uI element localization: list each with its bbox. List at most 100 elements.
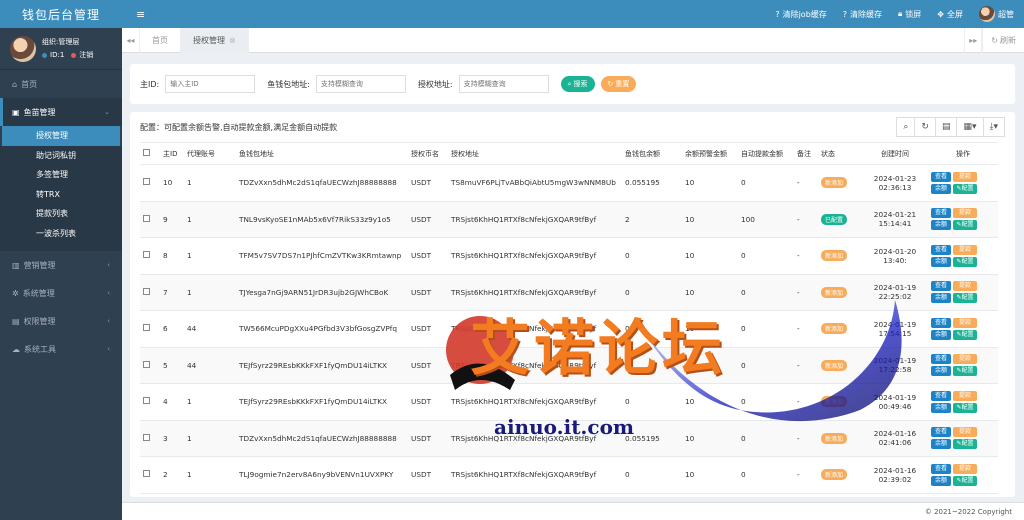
sidebar-sub-kill[interactable]: 一波杀列表 bbox=[0, 223, 122, 243]
export-button[interactable]: ⤓▾ bbox=[982, 117, 1005, 137]
columns-button[interactable]: ▦▾ bbox=[956, 117, 984, 137]
view-button[interactable]: 查看 bbox=[931, 463, 951, 474]
tab-auth[interactable]: 授权管理 ⊗ bbox=[181, 27, 249, 53]
tab-scroll-left-icon[interactable]: ◂◂ bbox=[122, 27, 140, 53]
search-button[interactable]: ⌕ 搜索 bbox=[560, 76, 595, 92]
cell-fish-address: TFM5v7SV7DS7n1PJhfCmZVTKw3KRmtawnp bbox=[236, 237, 408, 275]
logout-link[interactable]: 注销 bbox=[79, 50, 93, 60]
withdraw-button[interactable]: 提款 bbox=[953, 281, 977, 292]
balance-button[interactable]: 余额 bbox=[931, 402, 951, 413]
withdraw-button[interactable]: 提款 bbox=[953, 317, 977, 328]
sidebar-item-home[interactable]: ⌂ 首页 bbox=[0, 70, 122, 98]
row-checkbox[interactable] bbox=[140, 274, 160, 311]
col-coin[interactable]: 授权币名 bbox=[408, 142, 448, 165]
balance-button[interactable]: 余额 bbox=[931, 183, 951, 194]
balance-button[interactable]: 余额 bbox=[931, 256, 951, 267]
col-agent[interactable]: 代理账号 bbox=[184, 142, 236, 165]
row-checkbox[interactable] bbox=[140, 347, 160, 384]
col-id[interactable]: 主ID bbox=[160, 142, 184, 165]
clear-cache-button[interactable]: ? 清除缓存 bbox=[843, 9, 882, 20]
row-checkbox[interactable] bbox=[140, 201, 160, 238]
toggle-view-button[interactable]: ▤ bbox=[934, 117, 958, 137]
lock-screen-button[interactable]: 🔒︎ 锁屏 bbox=[898, 9, 921, 20]
logout-icon[interactable] bbox=[71, 52, 77, 58]
view-button[interactable]: 查看 bbox=[931, 208, 951, 219]
search-toggle-button[interactable]: ⌕ bbox=[896, 117, 916, 137]
sidebar-sub-auth[interactable]: 授权管理 bbox=[2, 126, 120, 146]
view-button[interactable]: 查看 bbox=[931, 427, 951, 438]
admin-label: 超管 bbox=[998, 9, 1014, 19]
fullscreen-button[interactable]: ✥ 全屏 bbox=[937, 9, 963, 20]
refresh-icon: ↻ bbox=[991, 35, 998, 45]
cell-id: 5 bbox=[160, 347, 184, 384]
config-button[interactable]: ✎配置 bbox=[953, 475, 977, 486]
sidebar-sub-trx[interactable]: 转TRX bbox=[0, 184, 122, 204]
withdraw-button[interactable]: 提款 bbox=[953, 171, 977, 182]
config-button[interactable]: ✎配置 bbox=[953, 293, 977, 304]
view-button[interactable]: 查看 bbox=[931, 317, 951, 328]
withdraw-button[interactable]: 提款 bbox=[953, 354, 977, 365]
select-all-checkbox[interactable] bbox=[140, 142, 160, 165]
col-auto[interactable]: 自动提款金额 bbox=[738, 142, 794, 165]
row-checkbox[interactable] bbox=[140, 383, 160, 421]
withdraw-button[interactable]: 提款 bbox=[953, 463, 977, 474]
cell-agent: 1 bbox=[184, 237, 236, 275]
sidebar-item-permission[interactable]: ▤ 权限管理 ‹ bbox=[0, 307, 122, 335]
withdraw-button[interactable]: 提款 bbox=[953, 244, 977, 255]
sidebar-sub-multisig[interactable]: 多签管理 bbox=[0, 165, 122, 185]
id-input[interactable] bbox=[165, 75, 256, 93]
admin-menu[interactable]: 超管 bbox=[979, 6, 1014, 22]
balance-button[interactable]: 余额 bbox=[931, 293, 951, 304]
balance-button[interactable]: 余额 bbox=[931, 329, 951, 340]
sidebar-item-marketing[interactable]: ▥ 营销管理 ‹ bbox=[0, 251, 122, 279]
config-button[interactable]: ✎配置 bbox=[953, 256, 977, 267]
menu-toggle-icon[interactable]: ≡ bbox=[136, 8, 145, 21]
config-button[interactable]: ✎配置 bbox=[953, 220, 977, 231]
col-created[interactable]: 创建时间 bbox=[862, 142, 928, 165]
config-button[interactable]: ✎配置 bbox=[953, 183, 977, 194]
withdraw-button[interactable]: 提款 bbox=[953, 208, 977, 219]
sidebar-item-system[interactable]: ✲ 系统管理 ‹ bbox=[0, 279, 122, 307]
balance-button[interactable]: 余额 bbox=[931, 366, 951, 377]
view-button[interactable]: 查看 bbox=[931, 244, 951, 255]
col-fish-address[interactable]: 鱼钱包地址 bbox=[236, 142, 408, 165]
refresh-table-button[interactable]: ↻ bbox=[914, 117, 936, 137]
col-auth-address[interactable]: 授权地址 bbox=[448, 142, 622, 165]
cell-auto: 0 bbox=[738, 310, 794, 348]
col-remark[interactable]: 备注 bbox=[794, 142, 818, 165]
row-checkbox[interactable] bbox=[140, 237, 160, 275]
col-status[interactable]: 状态 bbox=[818, 142, 862, 165]
withdraw-button[interactable]: 提款 bbox=[953, 390, 977, 401]
sidebar-item-fish[interactable]: ▣ 鱼苗管理 ⌄ bbox=[0, 98, 122, 126]
row-checkbox[interactable] bbox=[140, 420, 160, 457]
tab-scroll-right-icon[interactable]: ▸▸ bbox=[964, 27, 983, 53]
auth-address-input[interactable] bbox=[458, 75, 549, 93]
config-button[interactable]: ✎配置 bbox=[953, 366, 977, 377]
clear-job-cache-button[interactable]: ? 清除job缓存 bbox=[775, 9, 826, 20]
view-button[interactable]: 查看 bbox=[931, 281, 951, 292]
row-checkbox[interactable] bbox=[140, 164, 160, 202]
withdraw-button[interactable]: 提款 bbox=[953, 427, 977, 438]
view-button[interactable]: 查看 bbox=[931, 354, 951, 365]
sidebar-item-tools[interactable]: ☁ 系统工具 ‹ bbox=[0, 335, 122, 363]
row-checkbox[interactable] bbox=[140, 310, 160, 348]
fish-address-input[interactable] bbox=[315, 75, 406, 93]
config-button[interactable]: ✎配置 bbox=[953, 439, 977, 450]
close-icon[interactable]: ⊗ bbox=[229, 36, 236, 45]
config-button[interactable]: ✎配置 bbox=[953, 329, 977, 340]
cell-agent: 1 bbox=[184, 201, 236, 238]
refresh-tab-button[interactable]: ↻ 刷新 bbox=[982, 27, 1024, 53]
sidebar-sub-withdraw[interactable]: 提款列表 bbox=[0, 204, 122, 224]
reset-button[interactable]: ↻ 重置 bbox=[600, 76, 637, 92]
col-warn[interactable]: 余额预警金额 bbox=[682, 142, 738, 165]
view-button[interactable]: 查看 bbox=[931, 390, 951, 401]
balance-button[interactable]: 余额 bbox=[931, 220, 951, 231]
sidebar-sub-mnemonic[interactable]: 助记词私钥 bbox=[0, 145, 122, 165]
config-button[interactable]: ✎配置 bbox=[953, 402, 977, 413]
row-checkbox[interactable] bbox=[140, 456, 160, 494]
view-button[interactable]: 查看 bbox=[931, 171, 951, 182]
balance-button[interactable]: 余额 bbox=[931, 475, 951, 486]
balance-button[interactable]: 余额 bbox=[931, 439, 951, 450]
tab-home[interactable]: 首页 bbox=[140, 27, 181, 53]
col-balance[interactable]: 鱼钱包余额 bbox=[622, 142, 682, 165]
